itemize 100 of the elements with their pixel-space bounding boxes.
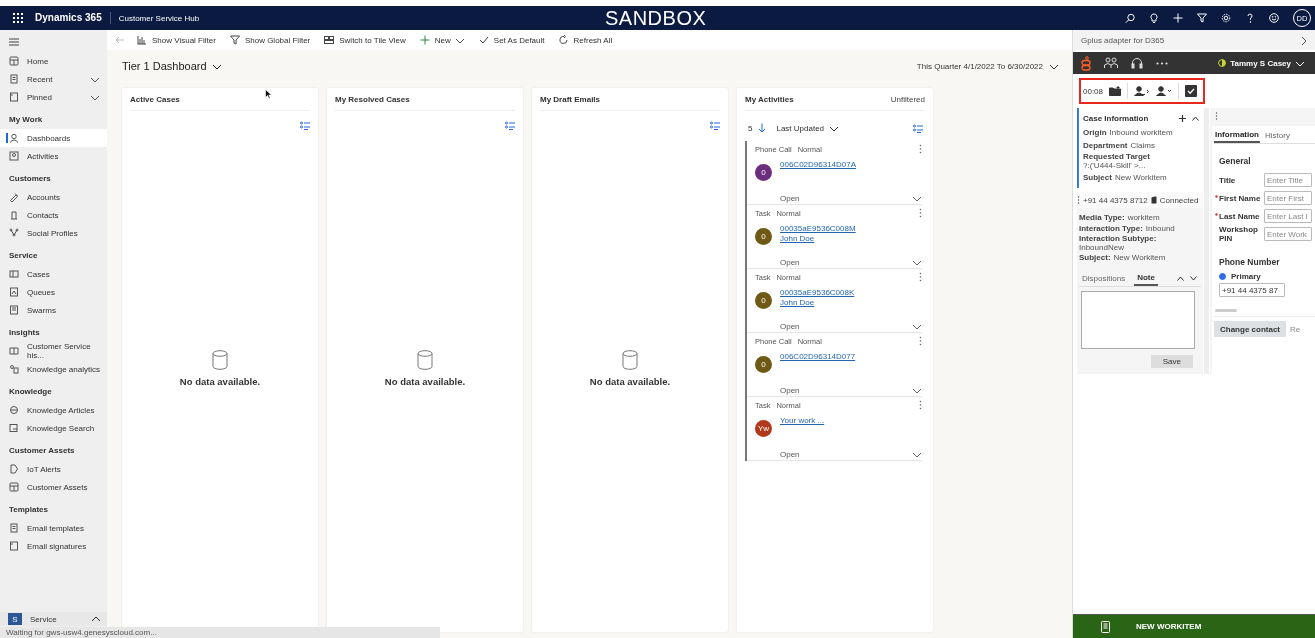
logo-icon[interactable] bbox=[1081, 55, 1091, 71]
sort-arrow-icon[interactable] bbox=[758, 123, 767, 133]
headset-icon[interactable] bbox=[1131, 57, 1143, 69]
more-icon[interactable] bbox=[1156, 61, 1168, 65]
input-field[interactable]: +91 44 4375 87 bbox=[1219, 283, 1285, 297]
regarding-link[interactable]: John Doe bbox=[780, 234, 856, 243]
date-range-selector[interactable]: This Quarter 4/1/2022 To 6/30/2022 bbox=[916, 61, 1059, 71]
plus-icon[interactable] bbox=[1179, 114, 1186, 122]
nav-item[interactable]: Pinned bbox=[0, 88, 107, 106]
expand-chevron-icon[interactable] bbox=[912, 195, 922, 202]
nav-item[interactable]: Customer Assets bbox=[0, 478, 107, 496]
command-button[interactable]: Switch to Tile View bbox=[324, 35, 406, 45]
nav-item[interactable]: Knowledge Articles bbox=[0, 401, 107, 419]
nav-item[interactable]: Accounts bbox=[0, 188, 107, 206]
regarding-link[interactable]: John Doe bbox=[780, 298, 855, 307]
lightbulb-icon[interactable] bbox=[1149, 13, 1159, 23]
area-switcher[interactable]: S Service bbox=[0, 612, 107, 626]
view-options-icon[interactable] bbox=[710, 121, 720, 130]
more-icon[interactable] bbox=[919, 208, 922, 218]
nav-item[interactable]: Email templates bbox=[0, 519, 107, 537]
more-icon[interactable] bbox=[919, 144, 922, 154]
agent-status-button[interactable]: Tammy S Casey bbox=[1218, 58, 1305, 68]
expand-chevron-icon[interactable] bbox=[912, 451, 922, 458]
nav-item[interactable]: Cases bbox=[0, 265, 107, 283]
nav-item[interactable]: IoT Alerts bbox=[0, 460, 107, 478]
card-title: My Resolved Cases bbox=[335, 94, 410, 104]
input-field[interactable]: Enter Work bbox=[1264, 227, 1312, 241]
nav-item[interactable]: Customer Service his... bbox=[0, 342, 107, 360]
card-title: My Activities bbox=[745, 94, 794, 104]
more-icon[interactable] bbox=[919, 272, 922, 282]
nav-item[interactable]: Dashboards bbox=[0, 129, 107, 147]
tab[interactable]: Information bbox=[1214, 128, 1260, 143]
nav-icon bbox=[9, 133, 19, 143]
dashboard-selector[interactable]: Tier 1 Dashboard bbox=[122, 60, 222, 72]
tab[interactable]: History bbox=[1264, 128, 1291, 143]
command-button[interactable]: Show Global Filter bbox=[229, 35, 311, 45]
smiley-icon[interactable] bbox=[1269, 13, 1279, 23]
expand-chevron-icon[interactable] bbox=[912, 387, 922, 394]
person-dropdown-icon[interactable] bbox=[1156, 86, 1173, 96]
settings-icon[interactable] bbox=[1221, 13, 1231, 23]
view-options-icon[interactable] bbox=[913, 123, 923, 133]
chevron-icon bbox=[91, 614, 101, 624]
command-button[interactable]: Set As Default bbox=[478, 35, 545, 45]
section-heading: Service bbox=[8, 250, 39, 262]
field-label: First Name bbox=[1219, 193, 1262, 203]
nav-item[interactable]: Queues bbox=[0, 283, 107, 301]
tab[interactable]: Note bbox=[1134, 271, 1158, 286]
activity-link[interactable]: Your work ... bbox=[780, 416, 825, 425]
app-name[interactable]: Dynamics 365 bbox=[35, 12, 111, 24]
activity-link[interactable]: 006C02D96314D077 bbox=[780, 352, 856, 361]
activity-link[interactable]: 00035aE9536C008K bbox=[780, 288, 855, 297]
search-icon[interactable] bbox=[1125, 13, 1135, 23]
nav-item[interactable]: Knowledge analytics bbox=[0, 360, 107, 378]
new-workitem-button[interactable]: NEW WORKITEM bbox=[1073, 614, 1315, 638]
area-label: Service bbox=[30, 614, 58, 624]
nav-item[interactable]: Activities bbox=[0, 147, 107, 165]
help-icon[interactable] bbox=[1245, 13, 1255, 23]
people-icon[interactable] bbox=[1104, 57, 1118, 69]
nav-item[interactable]: Recent bbox=[0, 70, 107, 88]
nav-item[interactable]: Social Profiles bbox=[0, 224, 107, 242]
radio-button[interactable] bbox=[1219, 273, 1226, 280]
nav-item[interactable]: Email signatures bbox=[0, 537, 107, 555]
collapse-icon[interactable] bbox=[1192, 115, 1199, 121]
nav-item[interactable]: Knowledge Search bbox=[0, 419, 107, 437]
field-value: ?:('U444-Skill' >... bbox=[1083, 161, 1146, 170]
filter-icon[interactable] bbox=[1197, 13, 1207, 23]
activity-link[interactable]: 006C02D96314D07A bbox=[780, 160, 857, 169]
field-label: Title bbox=[1219, 175, 1237, 185]
nav-item[interactable]: Contacts bbox=[0, 206, 107, 224]
view-options-icon[interactable] bbox=[505, 121, 515, 130]
tab[interactable]: Dispositions bbox=[1079, 271, 1129, 286]
action-button[interactable]: Re bbox=[1290, 321, 1301, 337]
nav-item[interactable]: Home bbox=[0, 52, 107, 70]
done-check-icon[interactable] bbox=[1185, 85, 1198, 97]
expand-chevron-icon[interactable] bbox=[912, 323, 922, 330]
sort-selector[interactable]: Last Updated bbox=[776, 123, 840, 133]
command-button[interactable]: New bbox=[419, 35, 451, 45]
collapse-chevron-icon bbox=[1299, 35, 1309, 45]
command-button[interactable]: Refresh All bbox=[558, 35, 613, 45]
view-options-icon[interactable] bbox=[300, 121, 310, 130]
nav-icon bbox=[9, 305, 19, 315]
transfer-person-icon[interactable] bbox=[1134, 86, 1151, 96]
activity-link[interactable]: 00035aE9536C008M bbox=[780, 224, 856, 233]
note-field[interactable] bbox=[1081, 291, 1195, 349]
expand-chevron-icon[interactable] bbox=[912, 259, 922, 266]
save-button[interactable]: Save bbox=[1150, 355, 1193, 368]
input-field[interactable]: Enter Title bbox=[1264, 173, 1312, 187]
expand-icon[interactable] bbox=[1190, 276, 1197, 281]
nav-item[interactable]: Swarms bbox=[0, 301, 107, 319]
database-icon bbox=[622, 350, 638, 370]
action-button[interactable]: Change contact bbox=[1214, 321, 1286, 337]
app-launcher-icon[interactable] bbox=[13, 13, 23, 23]
input-field[interactable]: Enter Last l bbox=[1264, 209, 1312, 223]
folder-icon[interactable] bbox=[1109, 86, 1122, 96]
more-icon[interactable] bbox=[919, 336, 922, 346]
collapse-icon[interactable] bbox=[1177, 276, 1184, 281]
panel-title: Gplus adapter for D365 bbox=[1081, 35, 1165, 45]
command-button[interactable]: Show Visual Filter bbox=[137, 35, 216, 45]
more-icon[interactable] bbox=[919, 400, 922, 410]
input-field[interactable]: Enter First bbox=[1264, 191, 1312, 205]
